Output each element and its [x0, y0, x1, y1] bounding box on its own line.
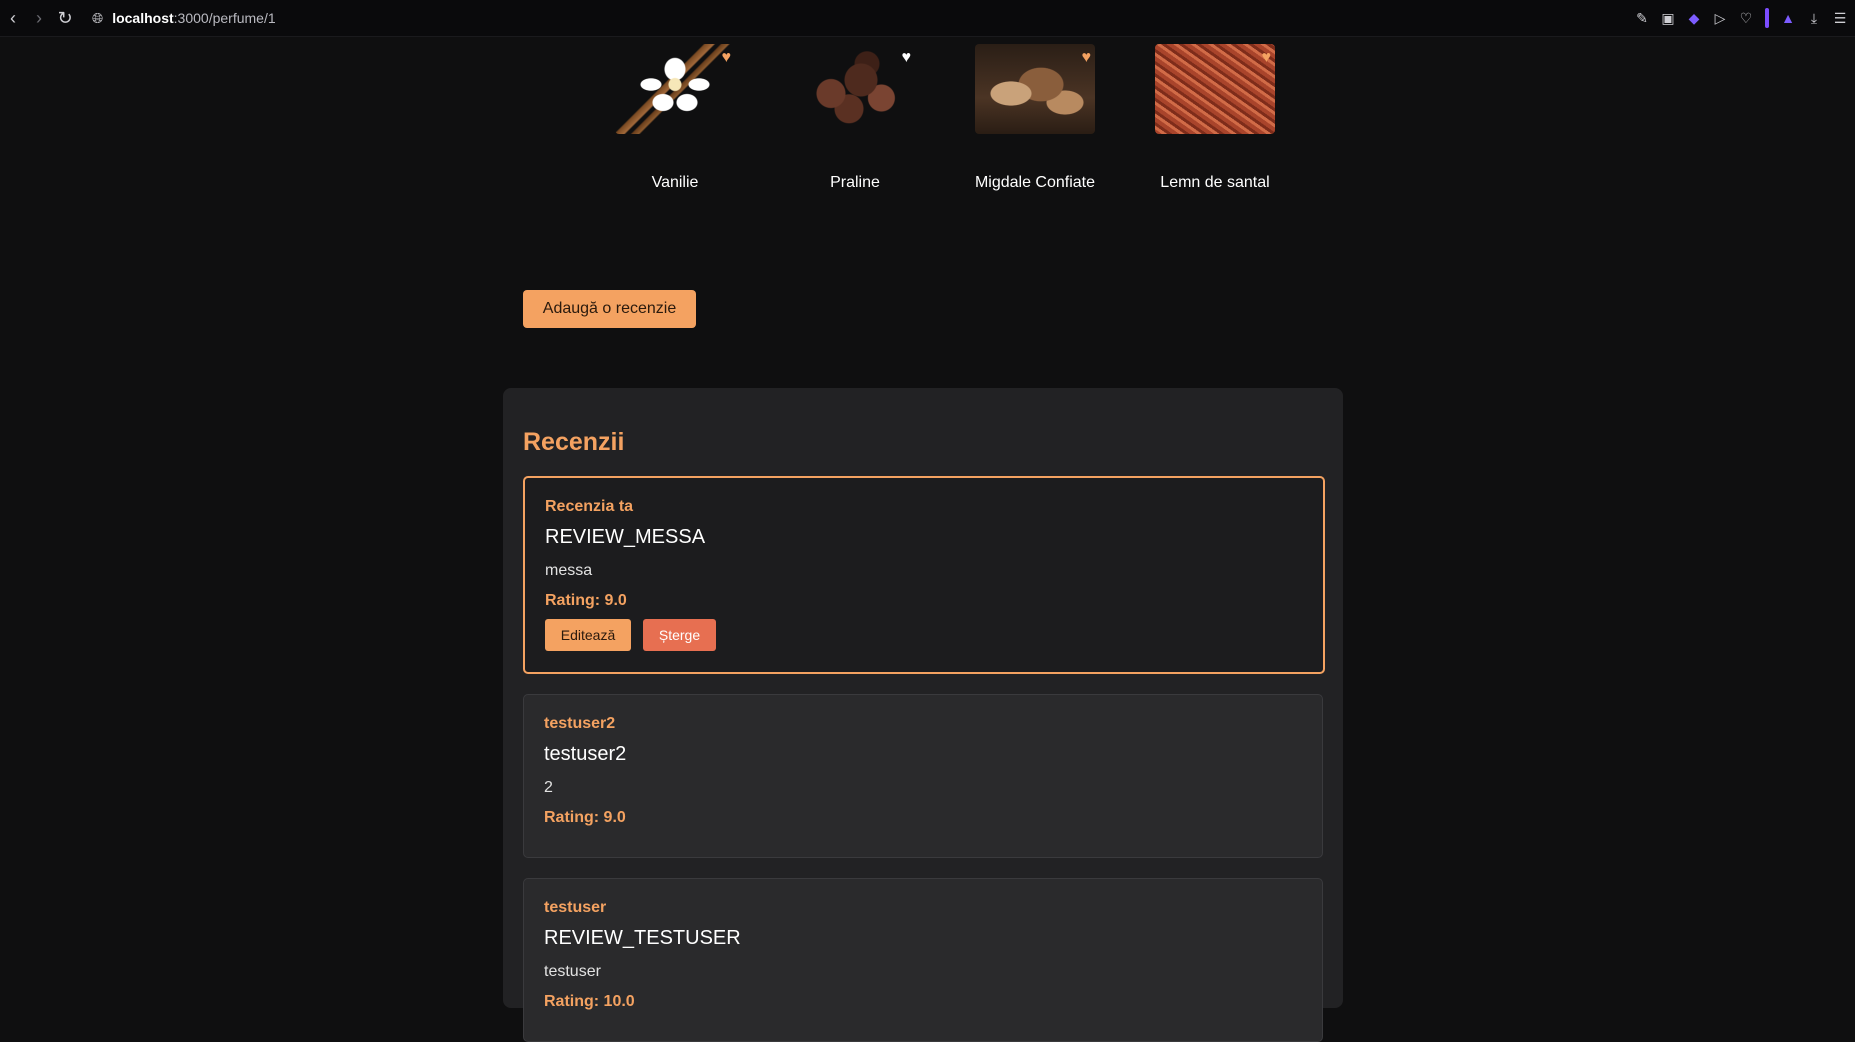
heart-icon[interactable]: ♥ [902, 50, 912, 66]
address-bar[interactable]: 🌐︎ localhost :3000/perfume/1 [92, 10, 276, 27]
edit-icon[interactable]: ✎ [1635, 10, 1649, 26]
url-path: :3000/perfume/1 [173, 10, 276, 26]
note-label: Lemn de santal [1160, 174, 1270, 191]
almond-image: ♥ [975, 44, 1095, 134]
review-rating: Rating: 10.0 [544, 993, 635, 1010]
edit-review-button[interactable]: Editează [545, 619, 631, 651]
heart-icon[interactable]: ♥ [1262, 50, 1272, 66]
note-label: Vanilie [651, 174, 699, 191]
review-card: testuser2 testuser2 2 Rating: 9.0 [523, 694, 1323, 858]
divider [1765, 8, 1769, 28]
heart-icon[interactable]: ♡ [1739, 10, 1753, 26]
forward-icon[interactable]: › [26, 0, 52, 36]
note-migdale-confiate[interactable]: ♥ Migdale Confiate [945, 44, 1125, 192]
url-host: localhost [112, 10, 174, 26]
note-label: Praline [830, 174, 880, 191]
review-rating: Rating: 9.0 [545, 592, 627, 609]
heart-icon[interactable]: ♥ [1082, 50, 1092, 66]
reviews-panel: Recenzii Recenzia ta REVIEW_MESSA messa … [503, 388, 1343, 1042]
review-title: REVIEW_MESSA [545, 526, 706, 548]
review-title: REVIEW_TESTUSER [544, 927, 741, 949]
review-rating: Rating: 9.0 [544, 809, 626, 826]
reviews-title: Recenzii [523, 428, 625, 456]
browser-toolbar: ‹ › ↻ 🌐︎ localhost :3000/perfume/1 ✎ ▣ ◆… [0, 0, 1855, 37]
heart-icon[interactable]: ♥ [722, 50, 732, 66]
sandalwood-image: ♥ [1155, 44, 1275, 134]
review-author: Recenzia ta [545, 498, 634, 515]
note-label: Migdale Confiate [974, 174, 1096, 191]
note-lemn-de-santal[interactable]: ♥ Lemn de santal [1125, 44, 1305, 192]
review-author: testuser2 [544, 715, 616, 732]
review-body: testuser [544, 963, 601, 980]
send-icon[interactable]: ▷ [1713, 10, 1727, 26]
note-vanilie[interactable]: ♥ Vanilie [585, 44, 765, 192]
browser-extensions: ✎ ▣ ◆ ▷ ♡ ▲ ⤓ ☰ [1635, 0, 1847, 36]
notes-row: ♥ Vanilie ♥ Praline ♥ Migdale Confiate ♥… [585, 44, 1305, 204]
menu-icon[interactable]: ☰ [1833, 10, 1847, 26]
download-icon[interactable]: ⤓ [1807, 10, 1821, 26]
review-author: testuser [544, 899, 607, 916]
vanilla-image: ♥ [615, 44, 735, 134]
delete-review-button[interactable]: Șterge [643, 619, 716, 651]
review-title: testuser2 [544, 743, 627, 765]
note-praline[interactable]: ♥ Praline [765, 44, 945, 192]
back-icon[interactable]: ‹ [0, 0, 26, 36]
shield-icon[interactable]: ◆ [1687, 10, 1701, 26]
my-review-card: Recenzia ta REVIEW_MESSA messa Rating: 9… [523, 476, 1325, 674]
review-body: 2 [544, 779, 553, 796]
globe-icon: 🌐︎ [92, 9, 104, 26]
user-icon[interactable]: ▲ [1781, 10, 1795, 26]
camera-icon[interactable]: ▣ [1661, 10, 1675, 26]
review-card: testuser REVIEW_TESTUSER testuser Rating… [523, 878, 1323, 1042]
praline-image: ♥ [795, 44, 915, 134]
review-body: messa [545, 562, 593, 579]
add-review-button[interactable]: Adaugă o recenzie [523, 290, 696, 328]
reload-icon[interactable]: ↻ [52, 0, 78, 36]
